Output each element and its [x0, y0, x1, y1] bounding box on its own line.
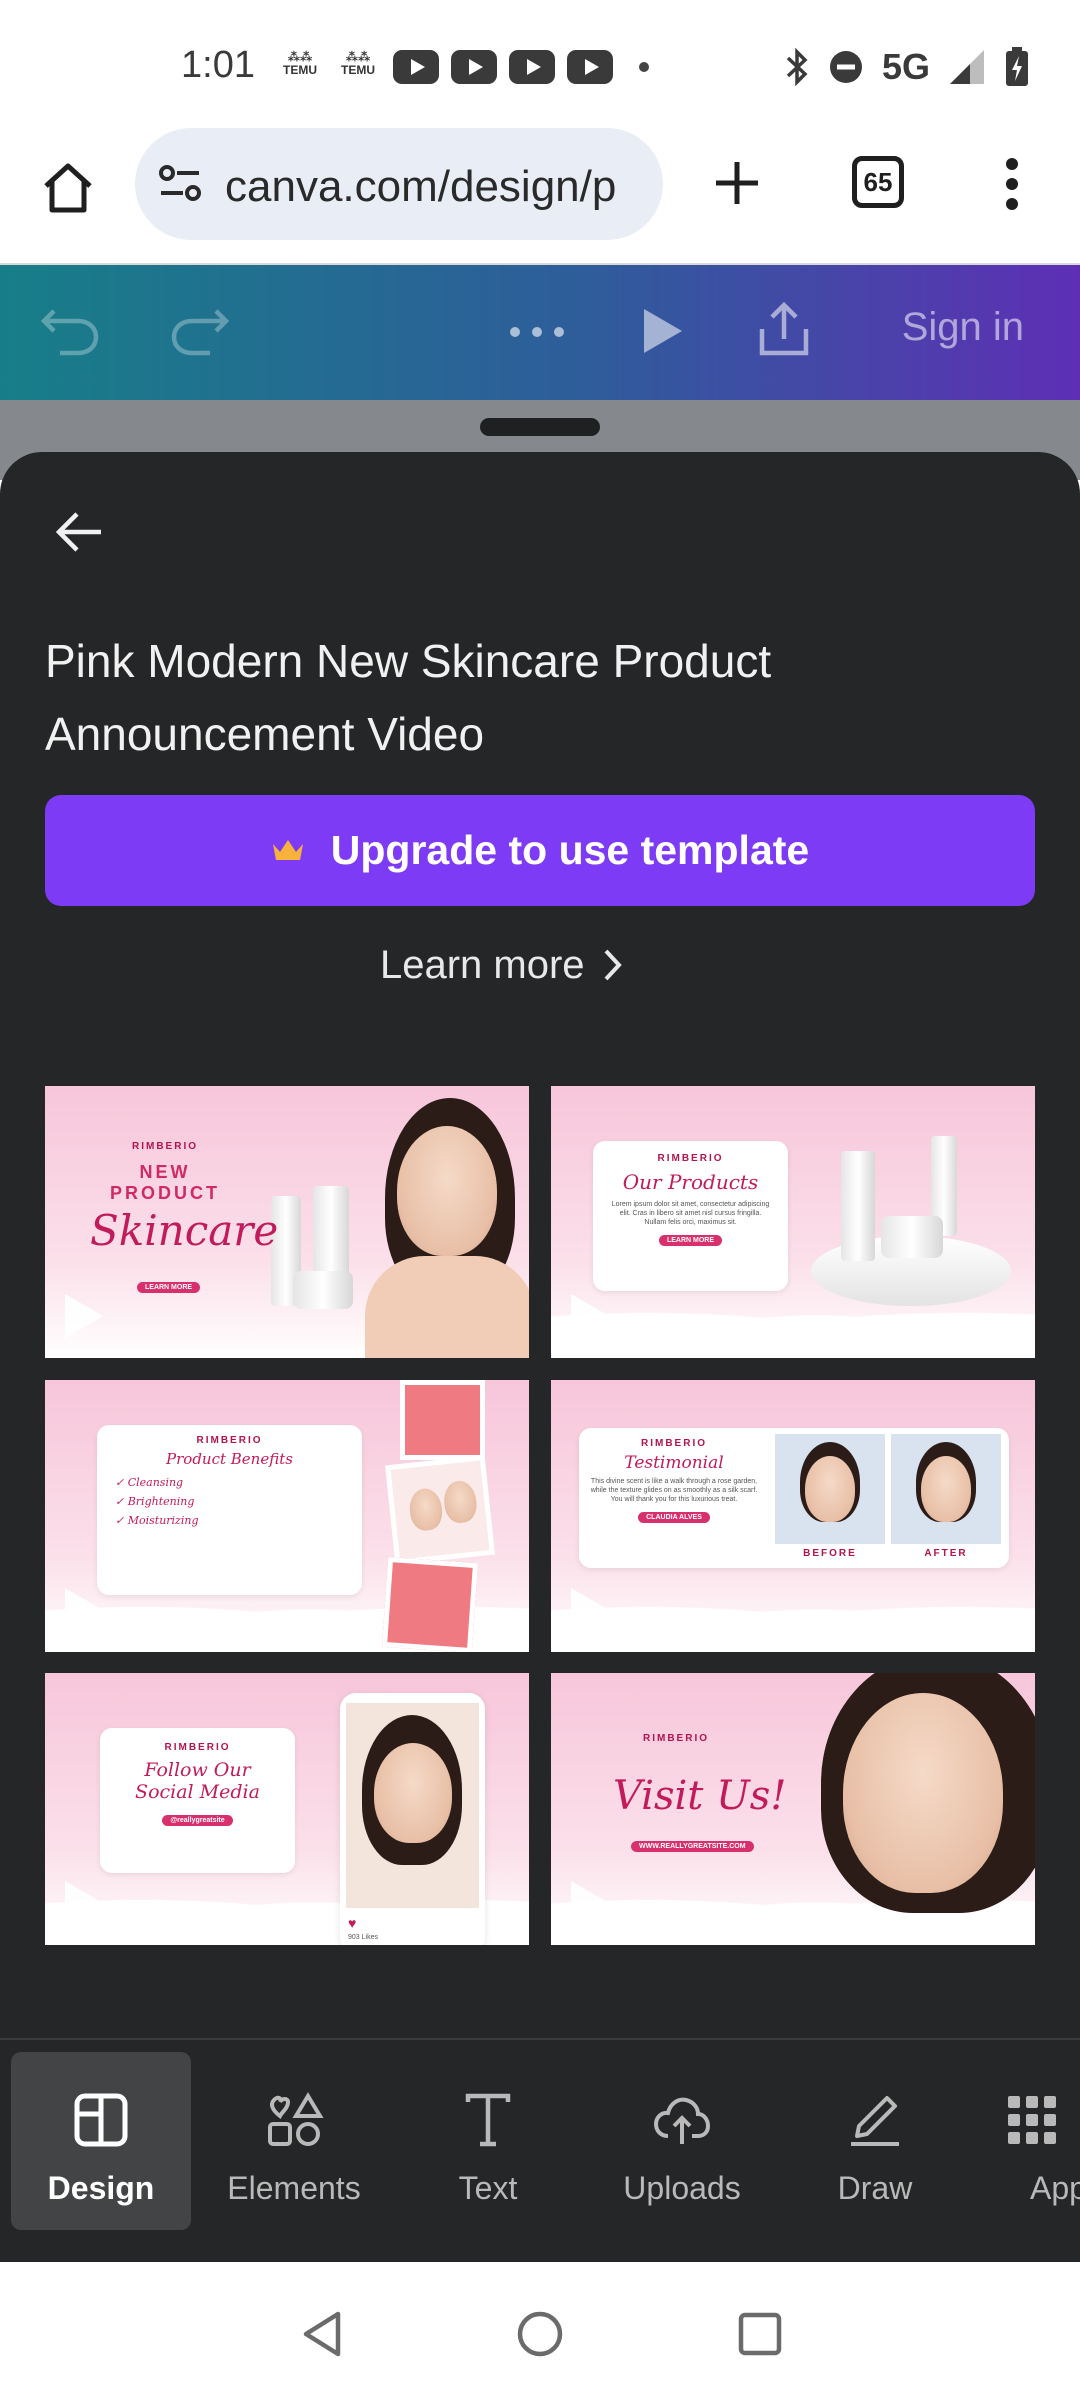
url-text[interactable]: canva.com/design/p: [225, 162, 655, 212]
upgrade-button-label: Upgrade to use template: [330, 827, 810, 873]
tab-switcher-button[interactable]: 65: [852, 156, 904, 208]
status-time: 1:01: [181, 44, 255, 86]
headline-script: Skincare: [90, 1206, 279, 1255]
template-page-thumbnail[interactable]: RIMBERIO Visit Us! WWW.REALLYGREATSITE.C…: [551, 1673, 1035, 1945]
battery-charging-icon: [1006, 47, 1028, 86]
nav-elements[interactable]: Elements: [204, 2052, 384, 2230]
upgrade-button[interactable]: Upgrade to use template: [45, 795, 1035, 906]
template-page-thumbnail[interactable]: RIMBERIO Follow Our Social Media @really…: [45, 1673, 529, 1945]
canva-editor-toolbar: Sign in: [0, 265, 1080, 400]
photo-hand: [400, 1380, 485, 1460]
play-icon: [571, 1881, 609, 1925]
sheet-drag-handle[interactable]: [480, 418, 600, 436]
before-photo: [775, 1434, 885, 1544]
draw-icon: [851, 2096, 899, 2146]
address-bar[interactable]: canva.com/design/p: [135, 128, 663, 240]
new-tab-plus-icon[interactable]: [712, 158, 762, 208]
template-title: Pink Modern New Skincare Product Announc…: [45, 635, 772, 760]
brand-name: RIMBERIO: [132, 1141, 198, 1152]
nav-draw[interactable]: Draw: [785, 2052, 965, 2230]
status-bar: 1:01 ⁂⁂ TEMU ⁂⁂ TEMU 5G: [0, 0, 1080, 120]
nav-design[interactable]: Design: [11, 2052, 191, 2230]
nav-text[interactable]: Text: [398, 2052, 578, 2230]
elements-icon: [268, 2092, 324, 2146]
recents-nav-icon[interactable]: [738, 2312, 782, 2356]
system-navigation-bar: [0, 2262, 1080, 2400]
site-settings-icon[interactable]: [157, 164, 205, 204]
undo-icon[interactable]: [40, 305, 100, 357]
sign-in-link[interactable]: Sign in: [902, 305, 1024, 350]
more-options-icon[interactable]: [1000, 156, 1024, 212]
redo-icon[interactable]: [170, 305, 230, 357]
notification-icons: ⁂⁂ TEMU ⁂⁂ TEMU: [277, 50, 649, 84]
play-icon: [571, 1294, 609, 1338]
template-page-thumbnail[interactable]: RIMBERIO NEW PRODUCT Skincare LEARN MORE: [45, 1086, 529, 1358]
more-actions-icon[interactable]: [508, 325, 566, 339]
nav-uploads[interactable]: Uploads: [592, 2052, 772, 2230]
apps-icon: [1008, 2096, 1056, 2144]
design-icon: [74, 2093, 128, 2147]
photo-models: [385, 1455, 495, 1565]
chevron-right-icon: [604, 949, 622, 981]
system-icons: 5G: [784, 46, 1030, 88]
home-nav-icon[interactable]: [516, 2310, 564, 2358]
do-not-disturb-icon: [829, 51, 862, 83]
signal-icon: [950, 50, 984, 84]
product-tube: [841, 1151, 875, 1261]
back-arrow-icon[interactable]: [55, 510, 103, 554]
photo-bottle: [381, 1556, 479, 1652]
model-face: [843, 1693, 1003, 1893]
play-icon: [65, 1588, 103, 1632]
editor-bottom-nav: Design Elements Text Uploads Draw App: [0, 2038, 1080, 2262]
text-icon: [465, 2093, 511, 2147]
play-icon: [571, 1588, 609, 1632]
headline-script: Visit Us!: [613, 1773, 787, 1819]
network-type: 5G: [881, 46, 930, 87]
back-nav-icon[interactable]: [300, 2310, 344, 2358]
browser-toolbar: canva.com/design/p 65: [0, 120, 1080, 265]
after-photo: [891, 1434, 1001, 1544]
nav-apps[interactable]: Apps: [978, 2052, 1080, 2230]
product-jar: [881, 1216, 943, 1258]
learn-more-label: Learn more: [380, 942, 585, 987]
play-preview-icon[interactable]: [640, 305, 686, 357]
template-page-thumbnail[interactable]: RIMBERIO Product Benefits ✓ Cleansing ✓ …: [45, 1380, 529, 1652]
product-jar: [293, 1271, 353, 1309]
temu-notification-icon: ⁂⁂ TEMU: [283, 50, 317, 77]
template-page-thumbnail[interactable]: RIMBERIO Our Products Lorem ipsum dolor …: [551, 1086, 1035, 1358]
youtube-notification-icon: [393, 50, 439, 84]
more-notifications-dot-icon: [639, 62, 649, 72]
home-icon[interactable]: [38, 158, 98, 218]
model-face: [397, 1126, 497, 1256]
temu-notification-icon: ⁂⁂ TEMU: [341, 50, 375, 77]
learn-more-link[interactable]: Learn more: [380, 935, 623, 995]
phone-mockup: ♥ 903 Likes: [340, 1693, 485, 1945]
play-icon: [65, 1881, 103, 1925]
youtube-notification-icon: [567, 50, 613, 84]
uploads-icon: [653, 2097, 711, 2144]
play-icon: [65, 1294, 103, 1338]
crown-icon: [272, 839, 303, 860]
bluetooth-icon: [786, 47, 808, 87]
share-icon[interactable]: [756, 299, 812, 359]
template-page-thumbnail[interactable]: RIMBERIO Testimonial This divine scent i…: [551, 1380, 1035, 1652]
youtube-notification-icon: [509, 50, 555, 84]
youtube-notification-icon: [451, 50, 497, 84]
